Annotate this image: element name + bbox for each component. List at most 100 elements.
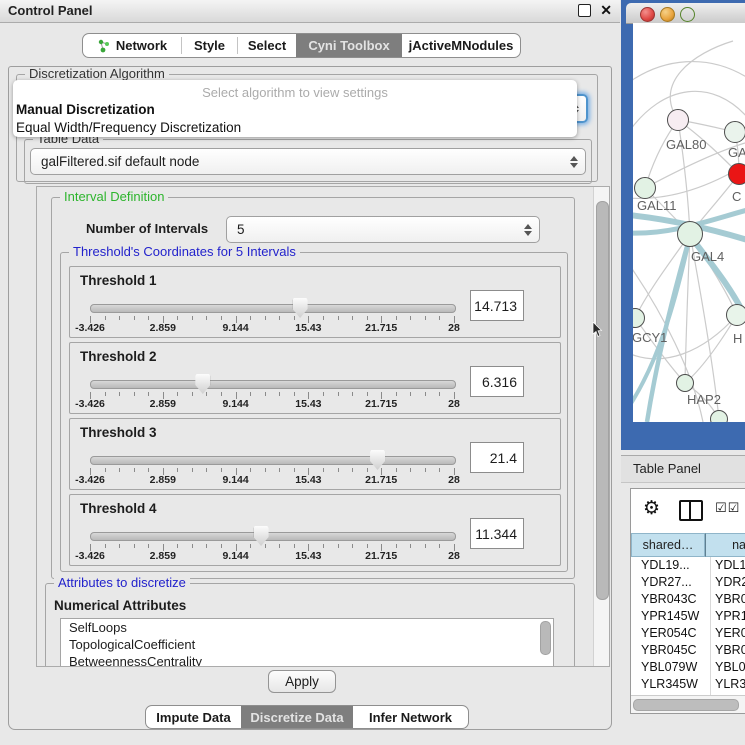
float-window-button[interactable] (578, 4, 591, 17)
numerical-attributes-list[interactable]: SelfLoopsTopologicalCoefficientBetweenne… (60, 618, 554, 667)
threshold-value-field[interactable]: 21.4 (470, 442, 524, 473)
stepper-arrows-icon (520, 224, 536, 236)
zoom-traffic-light[interactable] (680, 7, 695, 22)
table-row[interactable]: YLR345WYLR3 (631, 676, 745, 693)
numerical-attributes-label: Numerical Attributes (54, 598, 186, 613)
tab-impute-data[interactable]: Impute Data (146, 706, 241, 728)
threshold-value-field[interactable]: 6.316 (470, 366, 524, 397)
attributes-group: Attributes to discretize Numerical Attri… (45, 583, 575, 667)
network-node-GAL-partial[interactable] (724, 121, 745, 143)
network-node-GAL4[interactable] (677, 221, 703, 247)
network-node-H-partial[interactable] (726, 304, 745, 326)
network-node-GAL11[interactable] (634, 177, 656, 199)
table-toolbar: ⚙ ☑☑ (631, 489, 745, 533)
node-label: GAL11 (637, 198, 677, 213)
list-item[interactable]: TopologicalCoefficient (61, 636, 553, 653)
network-node-bottom-partial[interactable] (710, 410, 728, 422)
tab-network[interactable]: Network (83, 34, 181, 57)
table-data-select[interactable]: galFiltered.sif default node (30, 148, 586, 175)
network-node-GAL80[interactable] (667, 109, 689, 131)
list-scrollbar[interactable] (540, 621, 551, 661)
network-canvas[interactable]: GAL80 GA C GAL11 GAL4 GCY1 H HAP2 (633, 23, 745, 422)
table-row[interactable]: YDL19...YDL1 (631, 557, 745, 574)
control-panel-titlebar: Control Panel ✕ (0, 0, 620, 23)
tab-jactivemnodules[interactable]: jActiveMNodules (402, 34, 520, 57)
node-label: GA (728, 145, 745, 160)
node-label: HAP2 (687, 392, 721, 407)
tab-select[interactable]: Select (238, 34, 296, 57)
close-traffic-light[interactable] (640, 7, 655, 22)
table-row[interactable]: YPR145WYPR1 (631, 608, 745, 625)
table-row[interactable]: YBR045CYBR0 (631, 642, 745, 659)
gear-icon[interactable]: ⚙ (643, 497, 660, 519)
slider-track[interactable] (90, 380, 456, 389)
table-row[interactable]: YER054CYER0 (631, 625, 745, 642)
threshold-panel: Threshold 4 -3.4262.8599.14415.4321.7152… (69, 494, 561, 566)
number-of-intervals-label: Number of Intervals (86, 221, 208, 236)
number-of-intervals-select[interactable]: 5 (226, 216, 540, 243)
slider-thumb[interactable] (254, 526, 269, 546)
select-columns-icon[interactable]: ☑☑ (715, 501, 740, 516)
mouse-cursor (592, 322, 604, 338)
node-label: GAL80 (666, 137, 706, 152)
scrollbar-thumb[interactable] (633, 699, 739, 711)
table-row[interactable]: YBR043CYBR0 (631, 591, 745, 608)
tab-infer-network[interactable]: Infer Network (353, 706, 468, 728)
node-table: ⚙ ☑☑ shared… na YDL19...YDL1YDR27...YDR2… (630, 488, 745, 714)
network-view-window: GAL80 GA C GAL11 GAL4 GCY1 H HAP2 (621, 0, 745, 450)
slider-thumb[interactable] (293, 298, 308, 318)
threshold-coordinates-group: Threshold's Coordinates for 5 Intervals … (60, 252, 568, 572)
slider-track[interactable] (90, 456, 456, 465)
table-hscrollbar[interactable] (631, 695, 745, 714)
tab-cyni-toolbox[interactable]: Cyni Toolbox (296, 34, 402, 57)
settings-scrollbar[interactable] (593, 187, 609, 666)
tab-style[interactable]: Style (182, 34, 237, 57)
stepper-arrows-icon (566, 156, 582, 168)
list-item[interactable]: SelfLoops (61, 619, 553, 636)
slider-thumb[interactable] (370, 450, 385, 470)
window-title: Control Panel (8, 3, 93, 18)
column-header-name[interactable]: na (705, 533, 745, 557)
tab-discretize-data[interactable]: Discretize Data (241, 706, 353, 728)
network-node-HAP2[interactable] (676, 374, 694, 392)
apply-button[interactable]: Apply (268, 670, 336, 693)
table-row[interactable]: YBL079WYBL0 (631, 659, 745, 676)
threshold-panel: Threshold 2 -3.4262.8599.14415.4321.7152… (69, 342, 561, 414)
threshold-value-field[interactable]: 14.713 (470, 290, 524, 321)
threshold-label: Threshold 3 (80, 425, 157, 440)
scrollbar-thumb[interactable] (596, 201, 609, 600)
control-panel-tabs: Network Style Select Cyni Toolbox jActiv… (82, 33, 521, 58)
discretization-algorithm-title: Discretization Algorithm (25, 67, 169, 81)
node-label: GCY1 (633, 330, 667, 345)
column-header-shared[interactable]: shared… (631, 533, 705, 557)
node-label: H (733, 331, 742, 346)
threshold-label: Threshold 4 (80, 501, 157, 516)
node-label: GAL4 (691, 249, 724, 264)
algorithm-option-equal-width[interactable]: Equal Width/Frequency Discretization (13, 119, 577, 137)
close-icon[interactable]: ✕ (600, 4, 612, 17)
interval-definition-title: Interval Definition (60, 190, 168, 204)
network-window-titlebar (626, 3, 745, 24)
threshold-coordinates-title: Threshold's Coordinates for 5 Intervals (69, 245, 300, 259)
threshold-panel: Threshold 1 -3.4262.8599.14415.4321.7152… (69, 266, 561, 338)
columns-icon[interactable] (679, 500, 703, 521)
algorithm-option-manual[interactable]: Manual Discretization (13, 101, 577, 119)
list-item[interactable]: BetweennessCentrality (61, 653, 553, 667)
threshold-label: Threshold 2 (80, 349, 157, 364)
node-label: C (732, 189, 741, 204)
table-header-row: shared… na (631, 533, 745, 557)
threshold-value-field[interactable]: 11.344 (470, 518, 524, 549)
table-row[interactable]: YDR27...YDR2 (631, 574, 745, 591)
minimize-traffic-light[interactable] (660, 7, 675, 22)
algorithm-dropdown-popup: Select algorithm to view settings Manual… (13, 80, 577, 137)
slider-track[interactable] (90, 532, 456, 541)
network-node-red-node[interactable] (728, 163, 745, 185)
table-panel-header: Table Panel (621, 455, 745, 483)
interval-definition-group: Interval Definition Number of Intervals … (51, 197, 575, 579)
slider-thumb[interactable] (195, 374, 210, 394)
algorithm-placeholder: Select algorithm to view settings (13, 84, 577, 101)
bottom-tabs: Impute Data Discretize Data Infer Networ… (145, 705, 469, 729)
threshold-panel: Threshold 3 -3.4262.8599.14415.4321.7152… (69, 418, 561, 490)
slider-track[interactable] (90, 304, 456, 313)
network-icon (97, 39, 111, 53)
